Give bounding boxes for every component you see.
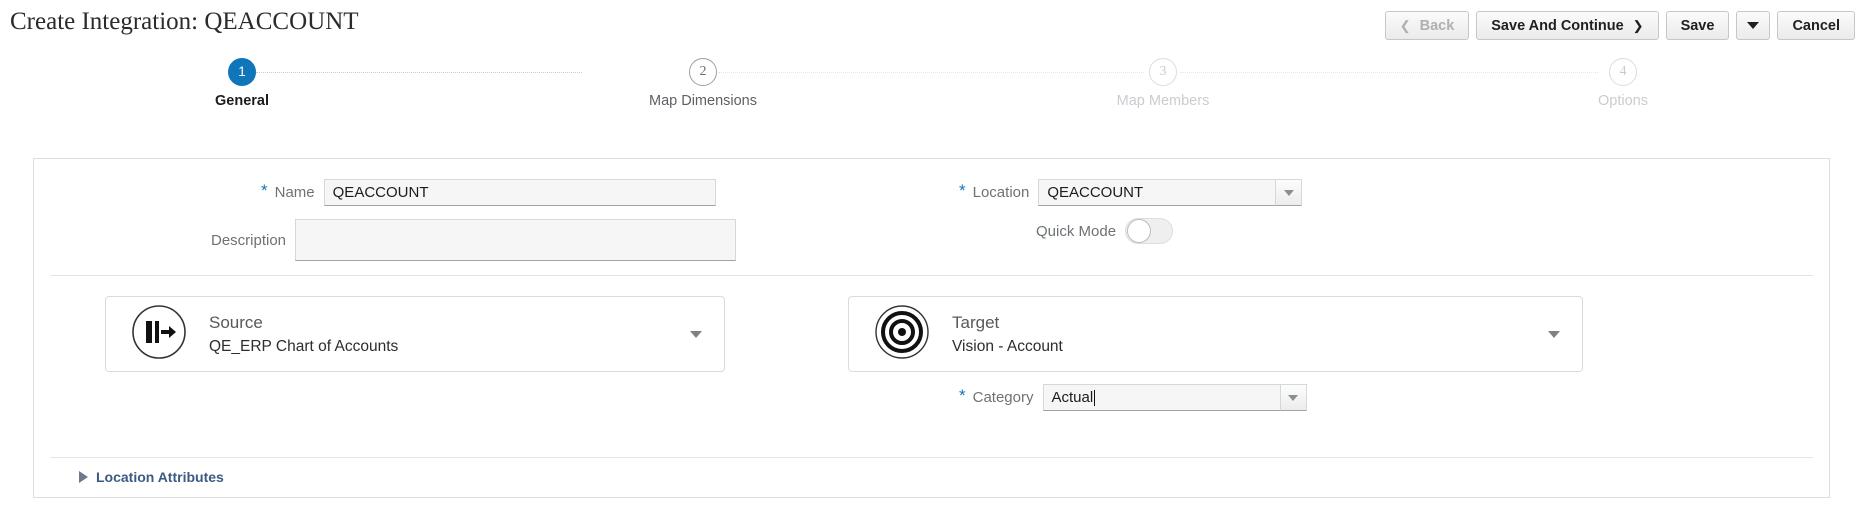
category-dropdown-button[interactable] <box>1279 384 1307 411</box>
source-dropdown-caret-icon[interactable] <box>690 330 702 338</box>
name-required-marker: * <box>261 181 268 200</box>
name-field-row: * Name QEACCOUNT <box>261 179 716 206</box>
target-value: Vision - Account <box>952 337 1063 355</box>
category-combobox[interactable]: Actual <box>1042 384 1307 411</box>
category-input-value: Actual <box>1051 389 1094 406</box>
save-options-dropdown-button[interactable] <box>1736 11 1771 40</box>
stepper-step-options[interactable]: 4 Options <box>1523 58 1723 109</box>
create-integration-page: Create Integration: QEACCOUNT ❮ Back Sav… <box>0 0 1863 517</box>
save-button[interactable]: Save <box>1665 11 1730 40</box>
stepper-step-2-label: Map Dimensions <box>649 93 757 109</box>
wizard-stepper: 1 General 2 Map Dimensions 3 Map Members… <box>0 52 1863 124</box>
target-title: Target <box>952 312 1000 332</box>
chevron-right-icon: ❯ <box>1632 17 1644 33</box>
target-bullseye-icon <box>874 304 930 365</box>
quick-mode-toggle[interactable] <box>1125 218 1174 244</box>
back-button[interactable]: ❮ Back <box>1384 11 1470 40</box>
stepper-step-4-label: Options <box>1598 93 1648 109</box>
stepper-step-3-number: 3 <box>1149 58 1177 86</box>
source-value: QE_ERP Chart of Accounts <box>209 337 399 355</box>
save-and-continue-label: Save And Continue <box>1491 17 1624 34</box>
triangle-right-icon <box>79 471 88 483</box>
source-panel-text: Source QE_ERP Chart of Accounts <box>209 313 690 356</box>
name-label: Name <box>274 184 315 201</box>
category-label: Category <box>972 389 1034 406</box>
stepper-step-1-number: 1 <box>228 58 256 86</box>
location-attributes-toggle[interactable]: Location Attributes <box>79 469 224 485</box>
caret-down-icon <box>1747 22 1760 29</box>
stepper-step-map-members[interactable]: 3 Map Members <box>1063 58 1263 109</box>
text-cursor-icon <box>1094 389 1096 406</box>
save-button-label: Save <box>1680 17 1715 34</box>
stepper-connector-3-4 <box>1180 72 1598 73</box>
bottom-divider <box>50 457 1813 458</box>
description-input[interactable] <box>295 219 737 261</box>
location-required-marker: * <box>959 181 966 200</box>
stepper-step-3-label: Map Members <box>1116 93 1210 109</box>
category-input[interactable]: Actual <box>1042 384 1280 411</box>
description-label: Description <box>211 231 287 249</box>
cancel-button[interactable]: Cancel <box>1777 11 1855 40</box>
stepper-step-general[interactable]: 1 General <box>142 58 342 109</box>
location-dropdown-button[interactable] <box>1275 179 1303 206</box>
page-header: Create Integration: QEACCOUNT ❮ Back Sav… <box>0 0 1863 50</box>
cancel-button-label: Cancel <box>1792 17 1840 34</box>
caret-down-icon <box>1288 394 1298 401</box>
name-input-value: QEACCOUNT <box>332 184 429 201</box>
description-field-row: Description <box>211 219 737 261</box>
stepper-step-4-number: 4 <box>1609 58 1637 86</box>
source-bars-arrow-icon <box>131 304 187 365</box>
caret-down-icon <box>1283 189 1294 196</box>
chevron-left-icon: ❮ <box>1399 17 1411 33</box>
back-button-label: Back <box>1419 17 1455 34</box>
general-form-card: * Name QEACCOUNT Description * Location … <box>33 158 1830 498</box>
source-panel[interactable]: Source QE_ERP Chart of Accounts <box>105 296 725 372</box>
name-input[interactable]: QEACCOUNT <box>323 179 716 206</box>
save-and-continue-button[interactable]: Save And Continue ❯ <box>1476 11 1659 40</box>
category-required-marker: * <box>959 386 966 405</box>
location-input[interactable]: QEACCOUNT <box>1038 179 1276 206</box>
stepper-step-1-label: General <box>215 93 269 109</box>
quick-mode-label: Quick Mode <box>1036 222 1117 240</box>
quick-mode-field-row: Quick Mode <box>1036 218 1174 244</box>
location-combobox[interactable]: QEACCOUNT <box>1038 179 1303 206</box>
location-input-value: QEACCOUNT <box>1047 184 1144 201</box>
stepper-step-map-dimensions[interactable]: 2 Map Dimensions <box>603 58 803 109</box>
category-field-row: * Category Actual <box>959 384 1307 411</box>
source-title: Source <box>209 312 263 332</box>
stepper-step-2-number: 2 <box>689 58 717 86</box>
stepper-connector-1-2 <box>256 72 582 73</box>
target-dropdown-caret-icon[interactable] <box>1548 330 1560 338</box>
form-divider <box>50 275 1813 276</box>
location-attributes-label: Location Attributes <box>96 469 224 485</box>
location-field-row: * Location QEACCOUNT <box>959 179 1303 206</box>
stepper-connector-2-3 <box>718 72 1144 73</box>
target-panel[interactable]: Target Vision - Account <box>848 296 1583 372</box>
page-title: Create Integration: QEACCOUNT <box>10 8 359 35</box>
location-label: Location <box>972 184 1030 201</box>
header-toolbar: ❮ Back Save And Continue ❯ Save Cancel <box>1384 11 1855 40</box>
target-panel-text: Target Vision - Account <box>952 313 1548 356</box>
quick-mode-toggle-knob <box>1127 219 1152 243</box>
